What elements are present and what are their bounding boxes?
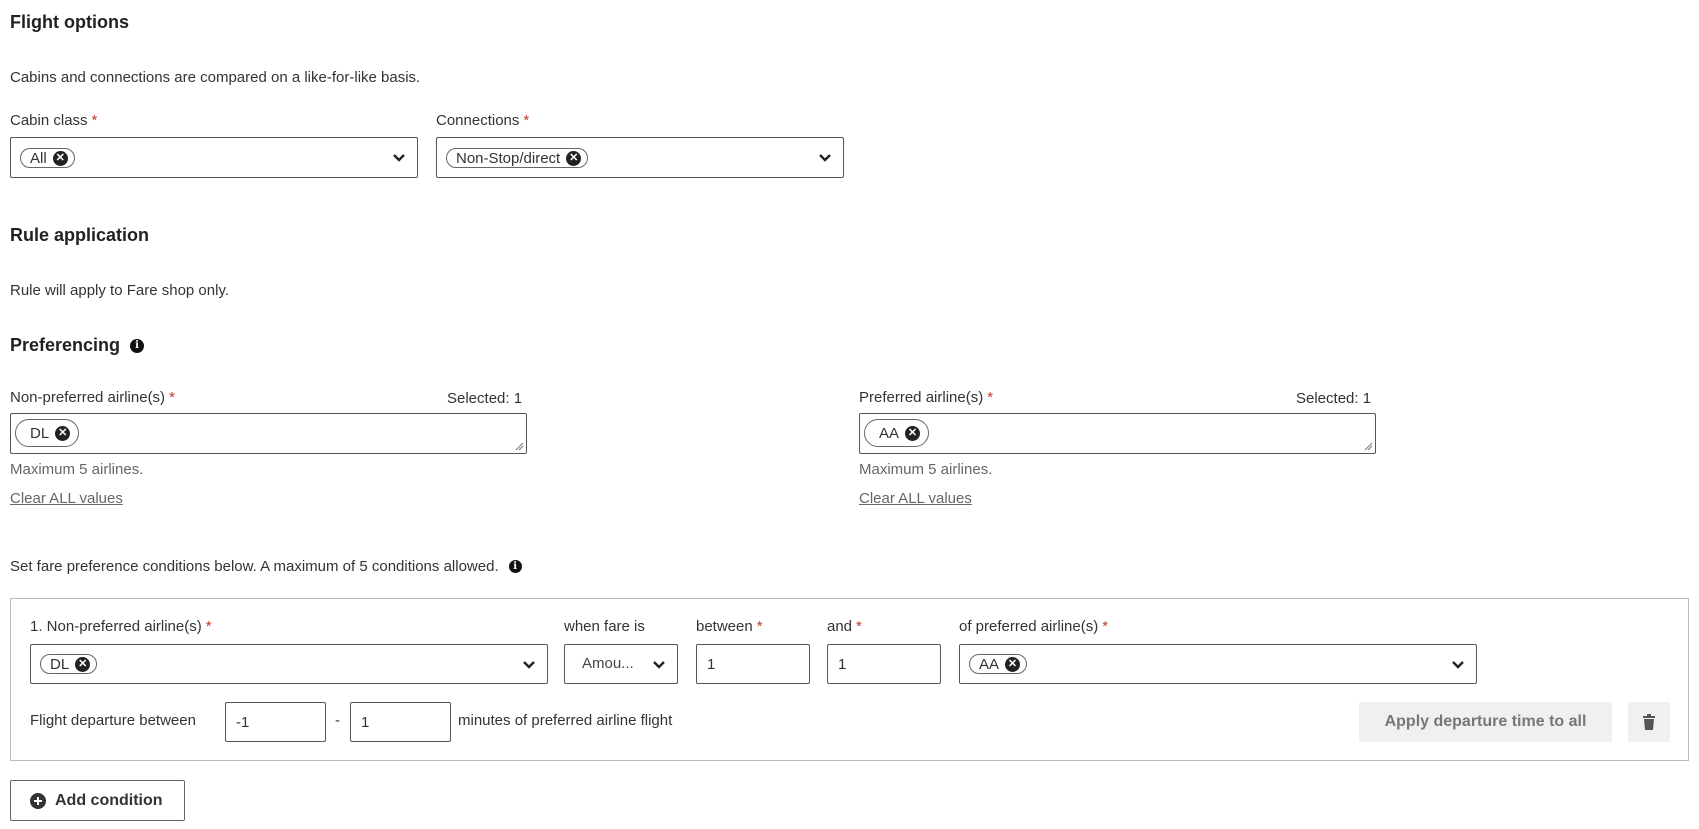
- add-condition-button[interactable]: Add condition: [10, 780, 185, 821]
- condition-preferred-label: of preferred airline(s) *: [959, 618, 1109, 635]
- remove-chip-icon[interactable]: ✕: [52, 150, 68, 166]
- delete-condition-button[interactable]: [1628, 702, 1670, 742]
- when-fare-label: when fare is: [564, 618, 645, 635]
- preferred-help: Maximum 5 airlines.: [859, 461, 993, 478]
- non-preferred-label: Non-preferred airline(s) *: [10, 389, 175, 406]
- preferencing-heading: Preferencing i: [10, 335, 145, 356]
- remove-chip-icon[interactable]: ✕: [55, 425, 71, 441]
- connections-label: Connections *: [436, 112, 530, 129]
- chevron-down-icon: [393, 154, 405, 162]
- flight-options-description: Cabins and connections are compared on a…: [10, 69, 421, 86]
- preferred-chip: AA ✕: [864, 419, 930, 447]
- non-preferred-help: Maximum 5 airlines.: [10, 461, 144, 478]
- preferred-airlines-input[interactable]: AA ✕: [859, 413, 1376, 454]
- flight-options-heading: Flight options: [10, 12, 129, 32]
- and-label: and *: [827, 618, 862, 635]
- info-icon[interactable]: i: [508, 560, 522, 573]
- resize-handle-icon[interactable]: [515, 442, 524, 451]
- chevron-down-icon: [819, 154, 831, 162]
- when-fare-select[interactable]: Amou...: [564, 644, 678, 684]
- cabin-class-select[interactable]: All ✕: [10, 137, 418, 178]
- condition-panel: 1. Non-preferred airline(s) * DL ✕ when fa…: [10, 598, 1689, 761]
- departure-separator: -: [335, 712, 340, 729]
- chevron-down-icon: [523, 661, 535, 669]
- connections-select[interactable]: Non-Stop/direct ✕: [436, 137, 844, 178]
- when-fare-value: Amou...: [582, 655, 634, 672]
- condition-non-preferred-chip: DL ✕: [40, 654, 98, 674]
- remove-chip-icon[interactable]: ✕: [1005, 656, 1021, 672]
- add-condition-label: Add condition: [55, 791, 163, 809]
- condition-non-preferred-label: 1. Non-preferred airline(s) *: [30, 618, 212, 635]
- rule-application-description: Rule will apply to Fare shop only.: [10, 282, 229, 299]
- preferred-label: Preferred airline(s) *: [859, 389, 994, 406]
- cabin-class-label: Cabin class *: [10, 112, 98, 129]
- chevron-down-icon: [1452, 661, 1464, 669]
- preferred-selected-count: Selected: 1: [1296, 390, 1372, 407]
- info-icon[interactable]: i: [130, 338, 145, 353]
- and-input[interactable]: 1: [827, 644, 941, 684]
- connections-chip: Non-Stop/direct ✕: [446, 148, 589, 168]
- non-preferred-airlines-input[interactable]: DL ✕: [10, 413, 527, 454]
- condition-non-preferred-select[interactable]: DL ✕: [30, 644, 548, 684]
- condition-preferred-select[interactable]: AA ✕: [959, 644, 1477, 684]
- departure-suffix: minutes of preferred airline flight: [458, 712, 673, 729]
- departure-to-input[interactable]: 1: [350, 702, 451, 742]
- between-input[interactable]: 1: [696, 644, 810, 684]
- remove-chip-icon[interactable]: ✕: [905, 425, 921, 441]
- chevron-down-icon: [653, 661, 665, 669]
- resize-handle-icon[interactable]: [1364, 442, 1373, 451]
- remove-chip-icon[interactable]: ✕: [75, 656, 91, 672]
- remove-chip-icon[interactable]: ✕: [566, 150, 582, 166]
- non-preferred-chip: DL ✕: [15, 419, 80, 447]
- cabin-class-chip: All ✕: [20, 148, 75, 168]
- preferred-clear-link[interactable]: Clear ALL values: [859, 490, 972, 507]
- condition-preferred-chip: AA ✕: [969, 654, 1028, 674]
- non-preferred-clear-link[interactable]: Clear ALL values: [10, 490, 123, 507]
- rule-application-heading: Rule application: [10, 225, 150, 245]
- apply-departure-all-button[interactable]: Apply departure time to all: [1359, 702, 1612, 742]
- trash-icon: [1643, 714, 1655, 730]
- between-label: between *: [696, 618, 763, 635]
- departure-from-input[interactable]: -1: [225, 702, 326, 742]
- plus-circle-icon: [30, 792, 46, 809]
- non-preferred-selected-count: Selected: 1: [447, 390, 523, 407]
- departure-label: Flight departure between: [30, 712, 196, 729]
- conditions-intro: Set fare preference conditions below. A …: [10, 558, 522, 575]
